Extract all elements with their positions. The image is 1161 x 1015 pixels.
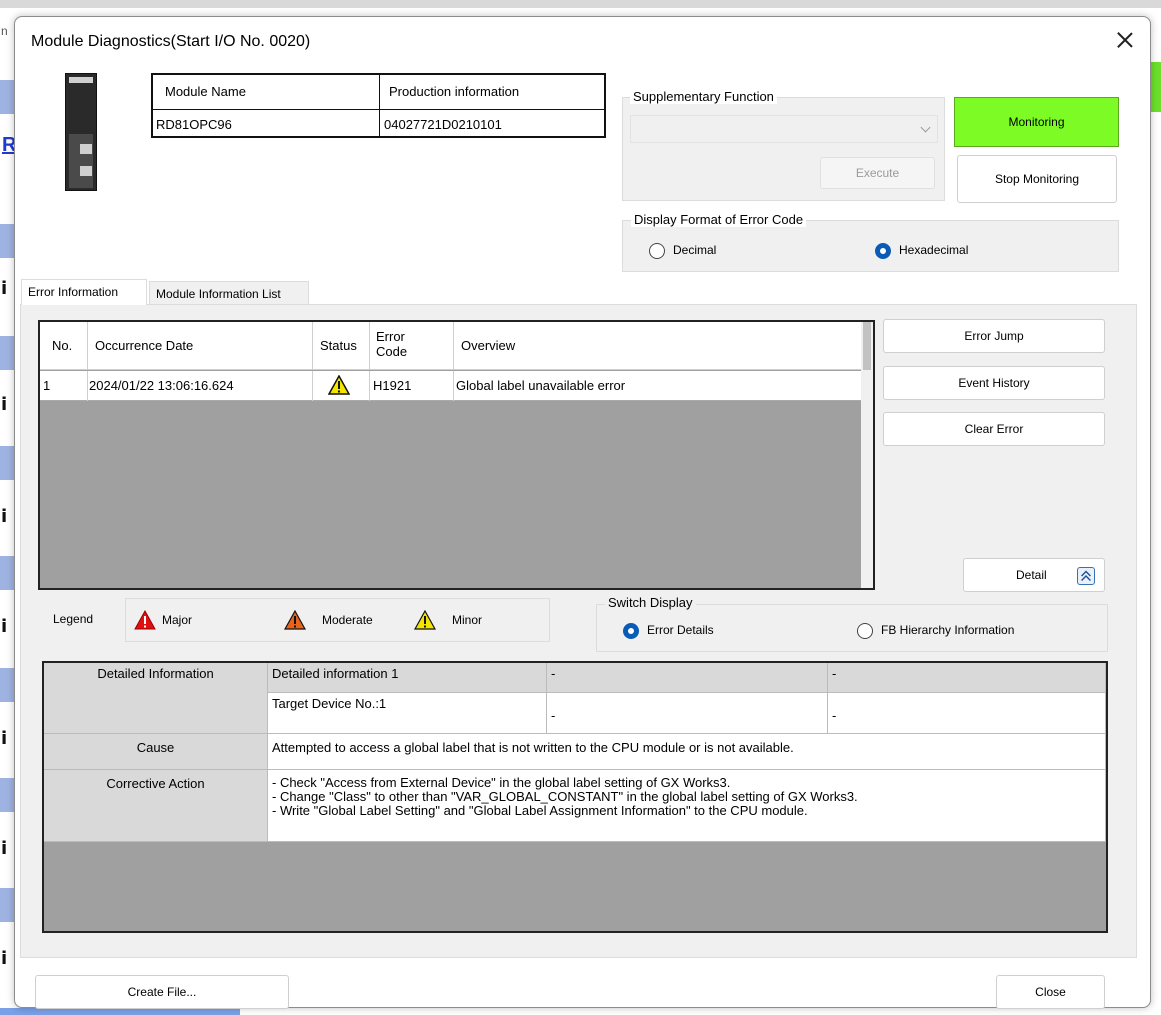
background-block: [0, 80, 14, 114]
cause-header: Cause: [44, 734, 268, 770]
legend-box: Major Moderate Minor: [125, 598, 550, 642]
major-error-icon: [134, 610, 156, 630]
background-block: [0, 556, 14, 590]
execute-button[interactable]: Execute: [820, 157, 935, 189]
background-block: [0, 888, 14, 922]
fb-hierarchy-radio-label: FB Hierarchy Information: [881, 623, 1015, 637]
background-block: [0, 224, 14, 258]
target-device-value: Target Device No.:1: [268, 693, 547, 734]
background-app-toolbar: [0, 0, 1161, 8]
background-app-left-strip: n R i i i i i i i: [0, 8, 16, 1015]
background-glyph: i: [1, 948, 8, 969]
legend-major-label: Major: [162, 613, 193, 627]
minor-warning-icon: [328, 375, 350, 395]
cause-value: Attempted to access a global label that …: [268, 734, 1106, 770]
error-code-format-label: Display Format of Error Code: [631, 212, 807, 227]
supplementary-function-select[interactable]: [630, 115, 938, 143]
production-info-value: 04027721D0210101: [384, 117, 502, 132]
fb-hierarchy-radio[interactable]: [857, 623, 873, 639]
corrective-action-header: Corrective Action: [44, 770, 268, 842]
error-detail-table: Detailed Information Detailed informatio…: [42, 661, 1108, 933]
tab-error-information[interactable]: Error Information: [21, 279, 147, 305]
detail-button-label: Detail: [1016, 568, 1047, 582]
background-taskbar-strip: [0, 1008, 240, 1015]
module-info-table: Module Name Production information RD81O…: [151, 73, 606, 138]
decimal-radio[interactable]: [649, 243, 665, 259]
detail-dash-value: -: [547, 693, 828, 734]
create-file-button[interactable]: Create File...: [35, 975, 289, 1009]
moderate-error-icon: [284, 610, 306, 630]
scrollbar-thumb[interactable]: [863, 322, 871, 370]
decimal-radio-label: Decimal: [673, 243, 717, 257]
chevron-double-up-icon: [1077, 567, 1095, 585]
detail-dash-header: -: [547, 663, 828, 693]
row-no: 1: [43, 378, 51, 393]
legend-label: Legend: [53, 612, 94, 626]
background-glyph: n: [1, 24, 8, 38]
event-history-button[interactable]: Event History: [883, 366, 1105, 400]
col-header-occurrence-date: Occurrence Date: [95, 338, 194, 353]
window-title: Module Diagnostics(Start I/O No. 0020): [31, 33, 311, 50]
background-glyph: i: [1, 278, 8, 299]
title-bar: Module Diagnostics(Start I/O No. 0020): [15, 17, 1150, 67]
corrective-action-line: - Check "Access from External Device" in…: [272, 775, 731, 790]
hexadecimal-radio[interactable]: [875, 243, 891, 259]
corrective-action-line: - Change "Class" to other than "VAR_GLOB…: [272, 789, 858, 804]
col-header-error-code: Error Code: [376, 329, 408, 359]
module-name-value: RD81OPC96: [156, 117, 232, 132]
corrective-action-line: - Write "Global Label Setting" and "Glob…: [272, 803, 808, 818]
detailed-information-1-header: Detailed information 1: [268, 663, 547, 693]
legend-minor-label: Minor: [452, 613, 483, 627]
error-jump-button[interactable]: Error Jump: [883, 319, 1105, 353]
background-glyph: i: [1, 506, 8, 527]
error-list-header: No. Occurrence Date Status Error Code Ov…: [40, 322, 861, 370]
table-row[interactable]: 1 2024/01/22 13:06:16.624 H1921 Global l…: [40, 371, 861, 401]
background-glyph: i: [1, 616, 8, 637]
detailed-information-header: Detailed Information: [44, 663, 268, 734]
background-block: [0, 336, 14, 370]
production-info-header: Production information: [389, 84, 520, 99]
close-button[interactable]: Close: [996, 975, 1105, 1009]
background-glyph: i: [1, 838, 8, 859]
error-list-table: No. Occurrence Date Status Error Code Ov…: [38, 320, 875, 590]
background-green-button: [1150, 62, 1161, 112]
legend-moderate-label: Moderate: [322, 613, 373, 627]
module-image: [65, 73, 97, 191]
error-details-radio-label: Error Details: [647, 623, 714, 637]
stop-monitoring-button[interactable]: Stop Monitoring: [957, 155, 1117, 203]
clear-error-button[interactable]: Clear Error: [883, 412, 1105, 446]
dialog-body: Module Name Production information RD81O…: [15, 67, 1150, 1009]
col-header-overview: Overview: [461, 338, 516, 353]
background-glyph: i: [1, 728, 8, 749]
col-header-no: No.: [52, 338, 73, 353]
switch-display-label: Switch Display: [605, 595, 696, 610]
row-occurrence-date: 2024/01/22 13:06:16.624: [89, 378, 234, 393]
monitoring-button[interactable]: Monitoring: [954, 97, 1119, 147]
background-glyph: i: [1, 394, 8, 415]
col-header-status: Status: [320, 338, 357, 353]
background-block: [0, 668, 14, 702]
row-overview: Global label unavailable error: [456, 378, 626, 393]
module-diagnostics-dialog: Module Diagnostics(Start I/O No. 0020) M…: [14, 16, 1151, 1009]
minor-error-icon: [414, 610, 436, 630]
close-icon[interactable]: [1114, 29, 1136, 51]
row-error-code: H1921: [373, 378, 412, 393]
tab-module-information-list[interactable]: Module Information List: [149, 281, 309, 305]
detail-button[interactable]: Detail: [963, 558, 1105, 592]
module-name-header: Module Name: [165, 84, 246, 99]
supplementary-function-label: Supplementary Function: [630, 89, 777, 104]
detail-dash-value: -: [828, 693, 1106, 734]
corrective-action-value: - Check "Access from External Device" in…: [268, 770, 1106, 842]
background-block: [0, 446, 14, 480]
detail-dash-header: -: [828, 663, 1106, 693]
vertical-scrollbar[interactable]: [861, 322, 873, 588]
background-block: [0, 778, 14, 812]
hexadecimal-radio-label: Hexadecimal: [899, 243, 969, 257]
error-details-radio[interactable]: [623, 623, 639, 639]
chevron-down-icon: [920, 122, 931, 133]
